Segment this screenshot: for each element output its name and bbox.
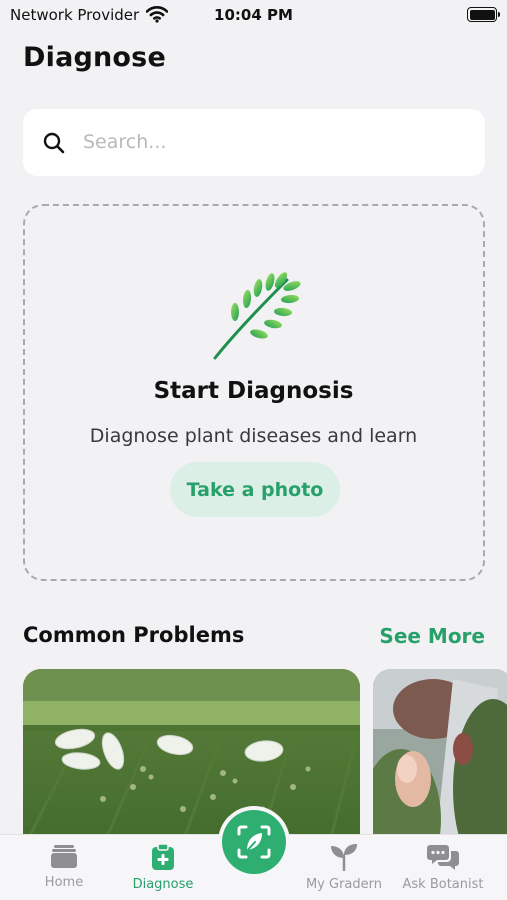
tab-diagnose-label: Diagnose — [132, 877, 194, 892]
tab-home-label: Home — [44, 875, 84, 890]
status-bar: Network Provider 10:04 PM — [0, 0, 507, 32]
leaf-branch-icon — [213, 272, 301, 360]
screen: Network Provider 10:04 PM Diagnose Searc… — [0, 0, 507, 900]
battery-icon — [467, 7, 500, 22]
see-more-link[interactable]: See More — [379, 624, 485, 648]
search-input[interactable] — [83, 121, 463, 163]
tab-ask-botanist[interactable]: Ask Botanist — [393, 843, 493, 892]
sprout-icon — [331, 844, 357, 871]
home-icon — [51, 845, 77, 868]
tab-ask-botanist-label: Ask Botanist — [402, 877, 484, 892]
tab-my-garden-label: My Gradern — [305, 877, 383, 892]
search-box[interactable] — [23, 109, 485, 176]
search-icon — [43, 132, 65, 154]
clock: 10:04 PM — [214, 6, 293, 24]
diagnosis-subtitle: Diagnose plant diseases and learn — [89, 425, 418, 447]
diagnose-icon — [152, 843, 174, 870]
take-photo-button[interactable]: Take a photo — [170, 462, 340, 517]
start-diagnosis-card: Start Diagnosis Diagnose plant diseases … — [23, 204, 485, 581]
chat-icon — [427, 845, 459, 870]
scan-plant-button[interactable] — [218, 806, 290, 878]
tab-diagnose[interactable]: Diagnose — [113, 843, 213, 892]
page-title: Diagnose — [23, 42, 166, 73]
scan-leaf-icon — [237, 825, 271, 859]
common-problems-title: Common Problems — [23, 623, 245, 647]
tab-my-garden[interactable]: My Gradern — [294, 843, 394, 892]
tab-home[interactable]: Home — [14, 843, 114, 890]
diagnosis-title: Start Diagnosis — [153, 378, 354, 404]
